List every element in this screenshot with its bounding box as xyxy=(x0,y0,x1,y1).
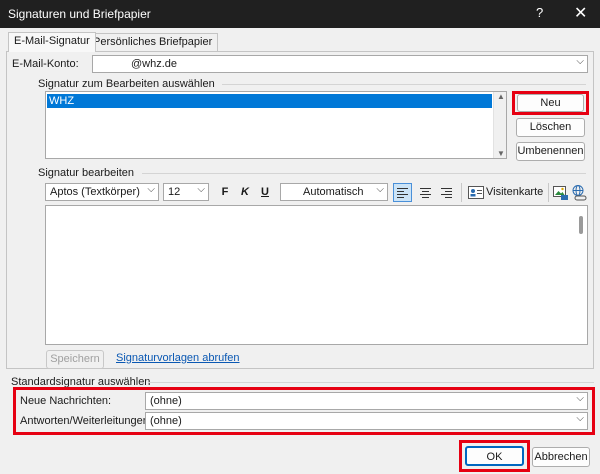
select-signature-heading: Signatur zum Bearbeiten auswählen xyxy=(38,78,215,90)
signature-item-label: WHZ xyxy=(49,95,75,107)
close-button[interactable]: ✕ xyxy=(574,3,587,23)
tab-personal-stationery[interactable]: Persönliches Briefpapier xyxy=(87,33,219,51)
scroll-down-icon[interactable]: ▼ xyxy=(497,149,505,158)
picture-icon xyxy=(553,186,568,200)
tab-email-signature[interactable]: E-Mail-Signatur xyxy=(8,32,96,52)
replies-select[interactable]: (ohne) ⌵ xyxy=(145,412,588,430)
new-messages-select[interactable]: (ohne) ⌵ xyxy=(145,392,588,410)
rename-button[interactable]: Umbenennen xyxy=(516,142,585,161)
divider xyxy=(148,382,594,383)
signature-list[interactable]: WHZ ▲ ▼ xyxy=(45,91,507,159)
chevron-down-icon: ⌵ xyxy=(576,413,584,424)
font-select[interactable]: Aptos (Textkörper) ⌵ xyxy=(45,183,159,201)
bold-button[interactable]: F xyxy=(218,183,232,201)
color-value: Automatisch xyxy=(303,186,364,198)
chevron-down-icon: ⌵ xyxy=(147,184,155,195)
chevron-down-icon: ⌵ xyxy=(197,184,205,195)
size-value: 12 xyxy=(168,186,181,198)
size-select[interactable]: 12 ⌵ xyxy=(163,183,209,201)
delete-button[interactable]: Löschen xyxy=(516,118,585,137)
ok-button[interactable]: OK xyxy=(465,446,524,466)
toolbar-divider xyxy=(548,183,549,202)
editor-scrollbar-thumb[interactable] xyxy=(579,216,583,234)
font-value: Aptos (Textkörper) xyxy=(50,186,140,198)
account-label: E-Mail-Konto: xyxy=(12,58,79,70)
chevron-down-icon: ⌵ xyxy=(376,184,384,195)
toolbar-divider xyxy=(461,183,462,202)
account-select[interactable]: @whz.de ⌵ xyxy=(92,55,588,73)
templates-link[interactable]: Signaturvorlagen abrufen xyxy=(116,352,240,364)
underline-button[interactable]: U xyxy=(258,183,272,201)
chevron-down-icon: ⌵ xyxy=(576,393,584,404)
cancel-button[interactable]: Abbrechen xyxy=(532,447,590,467)
account-value: @whz.de xyxy=(131,58,178,70)
replies-label: Antworten/Weiterleitungen: xyxy=(20,415,152,427)
new-button[interactable]: Neu xyxy=(517,94,584,112)
align-center-icon xyxy=(420,188,431,198)
edit-signature-heading: Signatur bearbeiten xyxy=(38,167,135,179)
replies-value: (ohne) xyxy=(150,415,182,427)
scroll-up-icon[interactable]: ▲ xyxy=(497,92,505,101)
divider xyxy=(222,84,586,85)
insert-picture-button[interactable] xyxy=(552,184,569,201)
new-messages-value: (ohne) xyxy=(150,395,182,407)
business-card-label: Visitenkarte xyxy=(486,186,544,198)
business-card-icon xyxy=(468,186,484,199)
new-messages-label: Neue Nachrichten: xyxy=(20,395,112,407)
business-card-button[interactable]: Visitenkarte xyxy=(466,183,544,202)
insert-link-button[interactable] xyxy=(571,184,588,201)
title-bar: Signaturen und Briefpapier ? ✕ xyxy=(0,0,600,28)
align-left-icon xyxy=(397,188,408,198)
align-right-button[interactable] xyxy=(437,183,456,202)
chevron-down-icon: ⌵ xyxy=(576,56,584,67)
list-scrollbar[interactable]: ▲ ▼ xyxy=(493,92,506,158)
list-item[interactable]: WHZ xyxy=(47,94,492,108)
color-select[interactable]: Automatisch ⌵ xyxy=(280,183,388,201)
save-button[interactable]: Speichern xyxy=(46,350,104,369)
window-title: Signaturen und Briefpapier xyxy=(8,7,151,21)
help-button[interactable]: ? xyxy=(536,5,543,20)
align-right-icon xyxy=(441,188,452,198)
signature-editor[interactable] xyxy=(45,205,588,345)
divider xyxy=(142,173,586,174)
align-left-button[interactable] xyxy=(393,183,412,202)
align-center-button[interactable] xyxy=(416,183,435,202)
hyperlink-icon xyxy=(572,185,587,201)
italic-button[interactable]: K xyxy=(238,183,252,201)
